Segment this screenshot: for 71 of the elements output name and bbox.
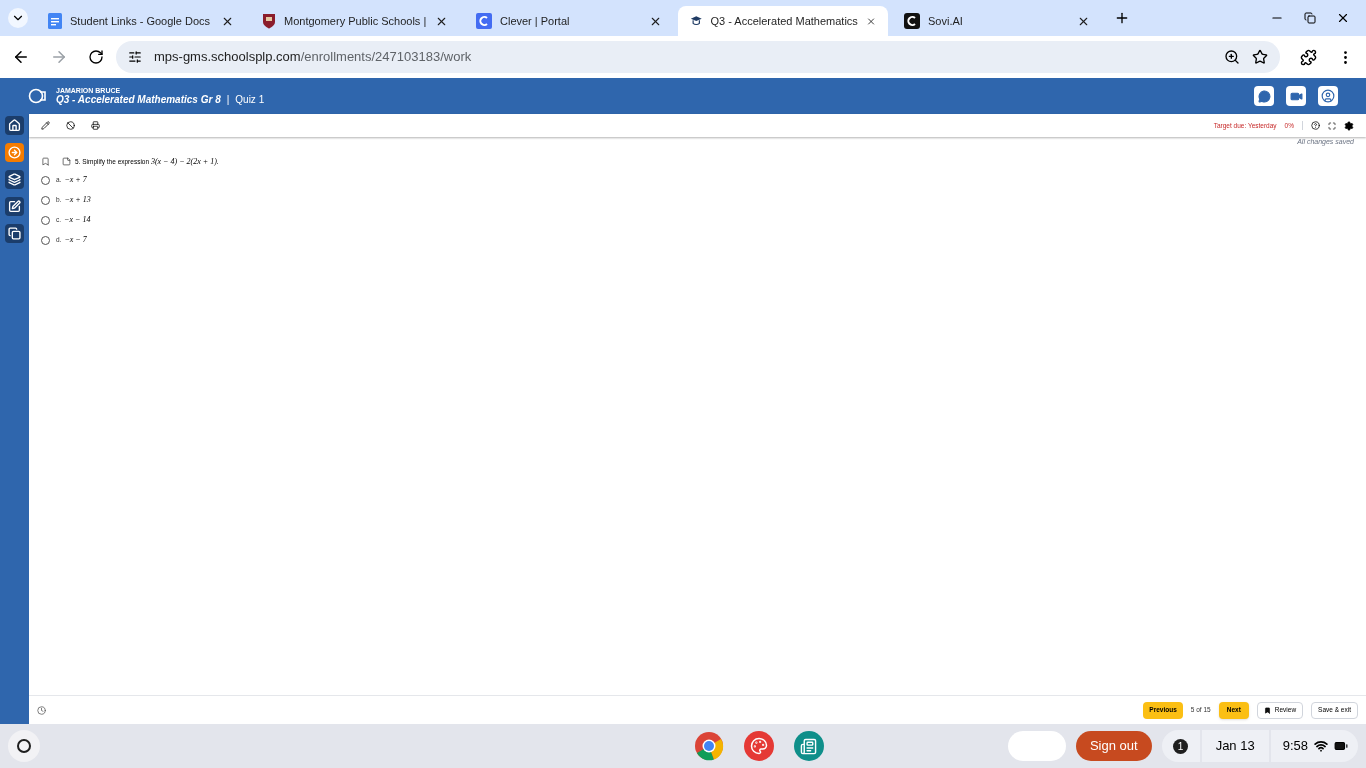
date-button[interactable]: Jan 13 xyxy=(1201,730,1269,762)
status-area[interactable]: 9:58 xyxy=(1270,730,1358,762)
browser-tab[interactable]: Student Links - Google Docs xyxy=(36,6,246,36)
user-icon xyxy=(1321,89,1335,103)
clock-icon xyxy=(37,705,46,715)
sovi-icon xyxy=(904,13,920,29)
course-title: Q3 - Accelerated Mathematics Gr 8 xyxy=(56,95,221,105)
wifi-icon xyxy=(1314,739,1328,753)
assignment-title: Quiz 1 xyxy=(235,95,265,105)
chrome-icon[interactable] xyxy=(693,731,724,761)
choice-answer: −x − 7 xyxy=(64,234,87,246)
browser-tab[interactable]: Clever | Portal xyxy=(464,6,674,36)
bookmark-icon[interactable] xyxy=(41,157,50,166)
paint-app-button[interactable] xyxy=(743,731,774,761)
chat-icon xyxy=(1257,89,1271,103)
sign-out-button[interactable]: Sign out xyxy=(1075,731,1152,761)
close-icon[interactable] xyxy=(1336,11,1350,25)
note-icon[interactable] xyxy=(62,157,71,166)
clock-time: 9:58 xyxy=(1282,737,1308,756)
choice-answer: −x + 7 xyxy=(64,174,87,186)
extensions-icon[interactable] xyxy=(1300,48,1317,66)
new-tab-icon[interactable] xyxy=(1114,10,1130,26)
url-text: mps-gms.schoolsplp.com/enrollments/247103183/work xyxy=(154,48,472,67)
sidebar-button[interactable] xyxy=(5,197,24,216)
palette-icon xyxy=(749,737,768,755)
browser-tab[interactable]: Montgomery Public Schools | xyxy=(250,6,460,36)
print-icon[interactable] xyxy=(91,121,100,130)
tab-title: Student Links - Google Docs xyxy=(70,13,212,29)
chat-button[interactable] xyxy=(1254,86,1274,106)
site-settings-icon[interactable] xyxy=(128,50,142,64)
tab-search-button[interactable] xyxy=(8,8,28,28)
news-app-button[interactable] xyxy=(793,731,824,761)
reload-icon[interactable] xyxy=(88,49,104,65)
forward-icon[interactable] xyxy=(50,48,68,66)
tab-title: Montgomery Public Schools | xyxy=(284,13,427,29)
home-icon xyxy=(8,119,21,132)
bookmark-icon xyxy=(1263,706,1271,714)
choice-answer: −x + 13 xyxy=(64,194,91,206)
video-button[interactable] xyxy=(1286,86,1306,106)
logo-icon xyxy=(28,86,48,106)
battery-icon xyxy=(1334,739,1348,753)
tab-title: Sovi.AI xyxy=(928,13,964,29)
fullscreen-icon[interactable] xyxy=(1328,121,1336,130)
sidebar-button[interactable] xyxy=(5,116,24,135)
settings-icon[interactable] xyxy=(1344,120,1354,131)
sidebar-button[interactable] xyxy=(5,170,24,189)
choice-answer: −x − 14 xyxy=(64,214,91,226)
notification-count[interactable]: 1 xyxy=(1173,738,1189,754)
newspaper-icon xyxy=(800,737,818,755)
tab-title: Clever | Portal xyxy=(500,13,571,29)
browser-tab[interactable]: Sovi.AI xyxy=(892,6,1102,36)
block-icon[interactable] xyxy=(66,121,75,130)
sidebar-button[interactable] xyxy=(5,143,24,162)
profile-button[interactable] xyxy=(1318,86,1338,106)
address-field[interactable]: mps-gms.schoolsplp.com/enrollments/247103183/work xyxy=(116,41,1280,73)
clever-icon xyxy=(476,13,492,29)
separator: | xyxy=(226,95,230,105)
launcher-button[interactable] xyxy=(8,730,40,762)
tab-title: Q3 - Accelerated Mathematics xyxy=(710,13,858,29)
bookmark-star-icon[interactable] xyxy=(1252,49,1268,65)
zoom-icon[interactable] xyxy=(1224,49,1240,65)
restore-icon[interactable] xyxy=(1304,12,1316,24)
layers-icon xyxy=(8,173,21,186)
help-icon[interactable] xyxy=(1311,121,1320,130)
pencil-icon[interactable] xyxy=(41,121,50,130)
back-icon[interactable] xyxy=(12,48,30,66)
document-icon xyxy=(48,13,62,29)
browser-tab[interactable]: Q3 - Accelerated Mathematics xyxy=(678,6,888,36)
shield-icon xyxy=(262,13,276,29)
sidebar-button[interactable] xyxy=(5,224,24,243)
edit-icon xyxy=(8,200,21,213)
